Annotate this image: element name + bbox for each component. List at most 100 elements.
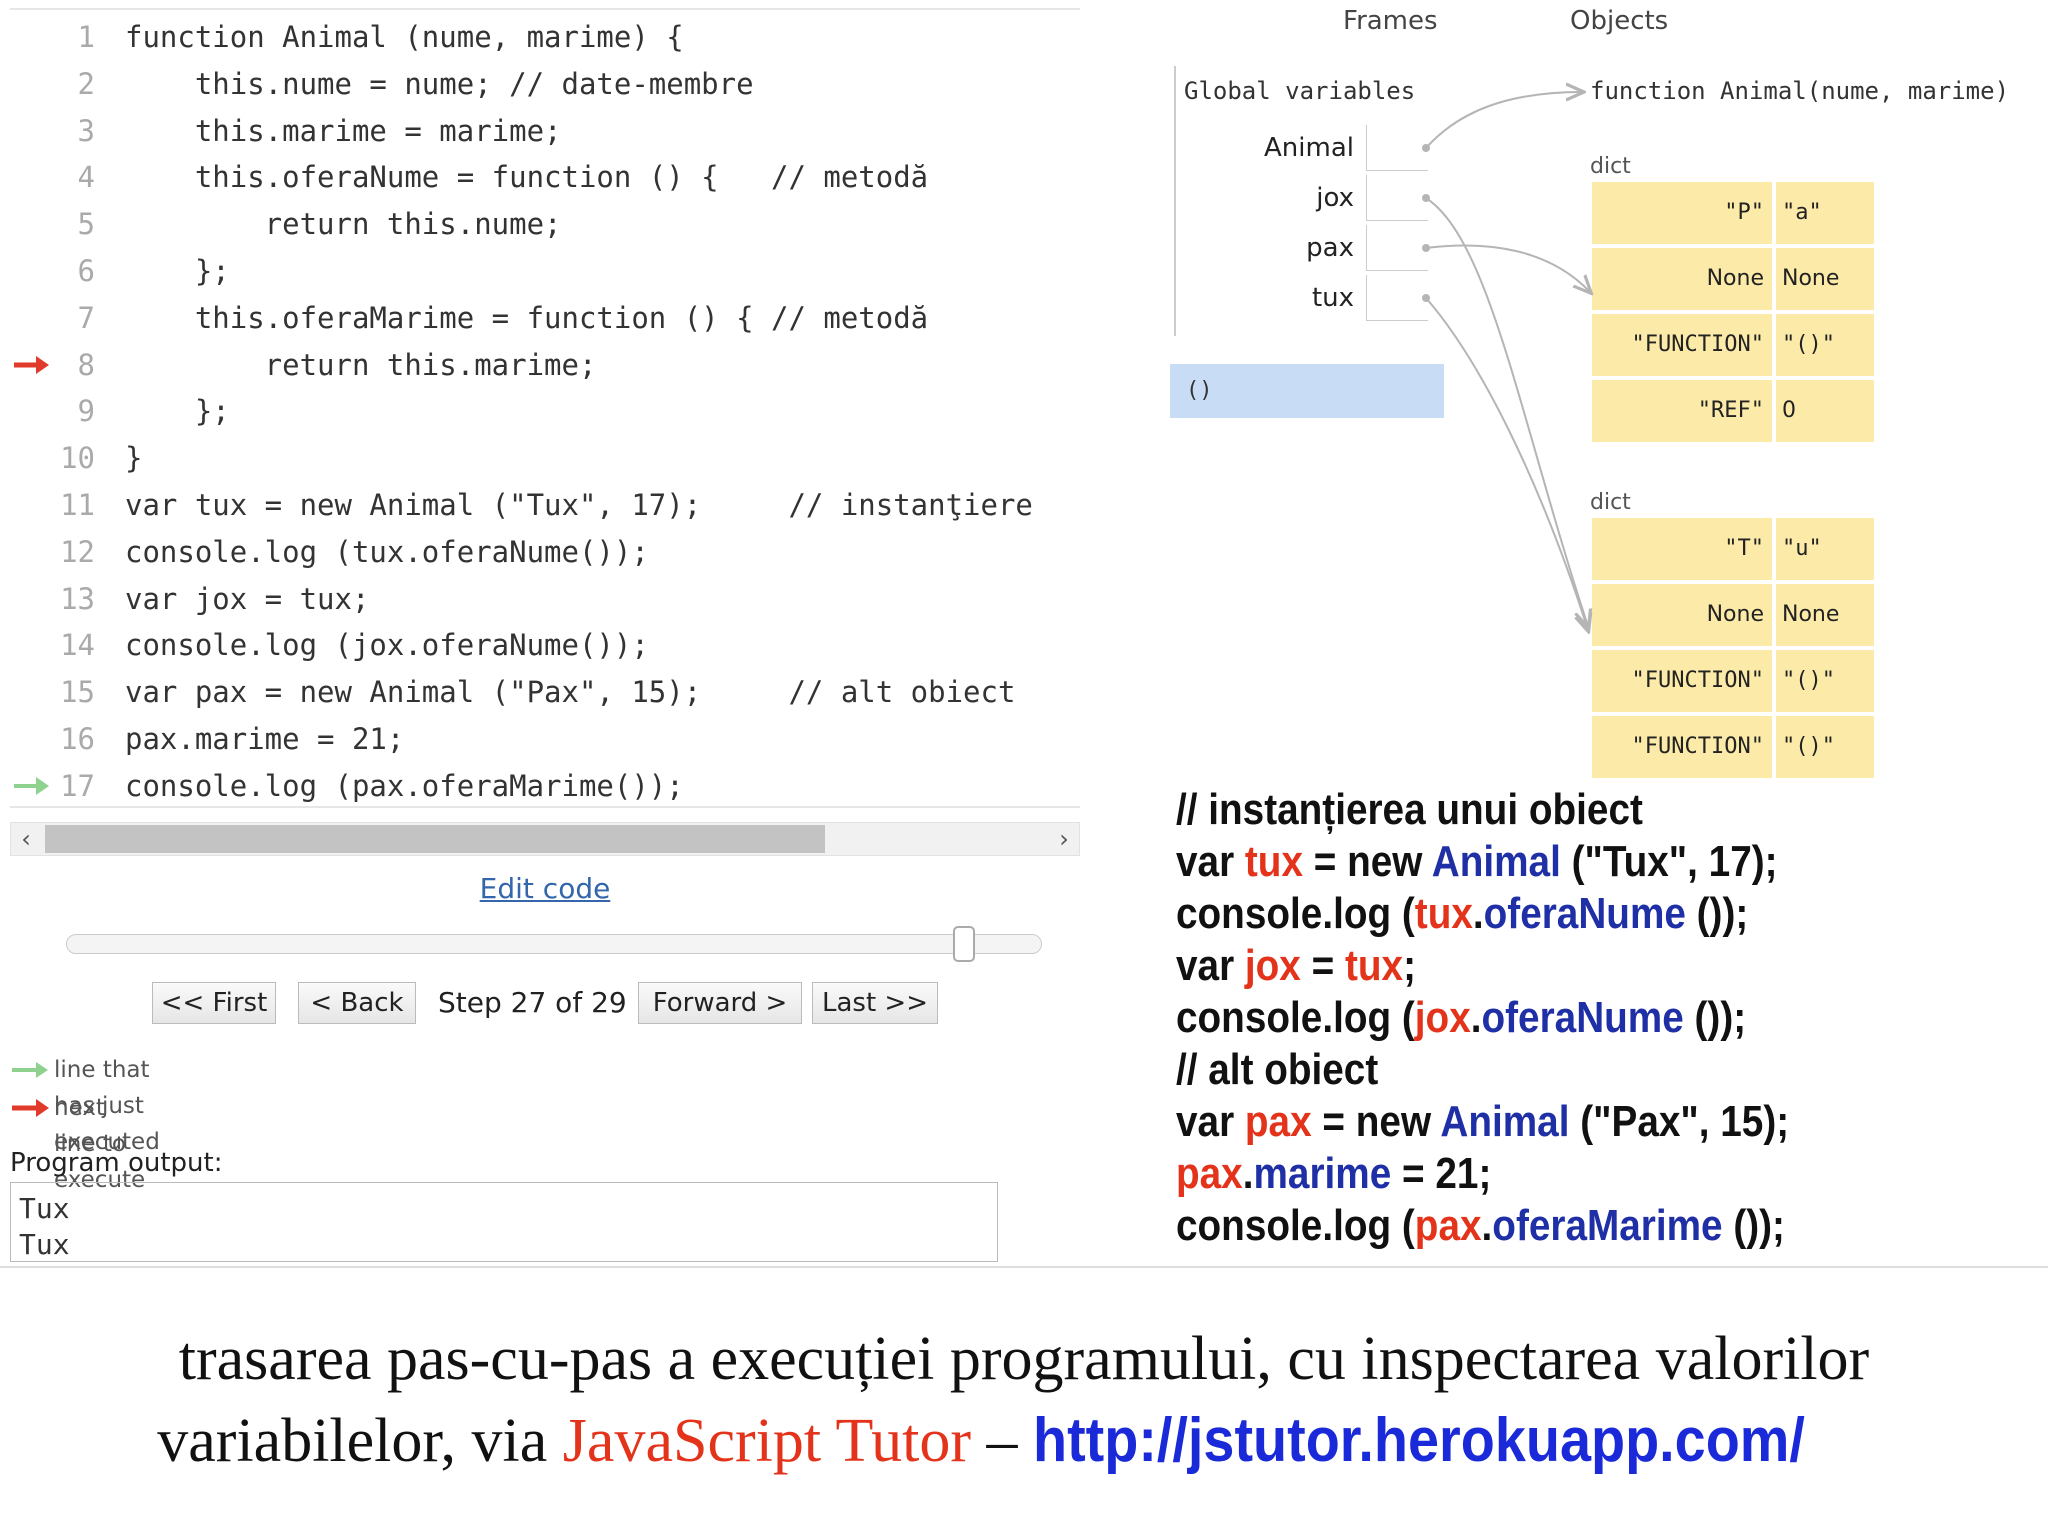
- snippet-text: = 21;: [1391, 1149, 1492, 1198]
- caption-line: variabilelor, via JavaScript Tutor – htt…: [0, 1400, 2048, 1482]
- line-number: 16: [60, 722, 95, 756]
- snippet-variable: tux: [1244, 837, 1303, 886]
- first-button[interactable]: << First: [152, 982, 276, 1024]
- snippet-comment: // instanțierea unui obiect: [1176, 785, 1643, 834]
- line-number: 17: [60, 768, 95, 803]
- code-line: 15 var pax = new Animal ("Pax", 15); // a…: [10, 669, 1085, 715]
- snippet-text: ;: [1403, 941, 1416, 990]
- last-button[interactable]: Last >>: [812, 982, 938, 1024]
- line-number: 9: [77, 394, 95, 429]
- slide: 1 function Animal (nume, marime) { 2 this.…: [0, 0, 2048, 1536]
- snippet-text: ("Pax", 15);: [1569, 1097, 1790, 1146]
- forward-button[interactable]: Forward >: [638, 982, 802, 1024]
- slide-caption: trasarea pas-cu-pas a execuției programu…: [0, 1318, 2048, 1482]
- snippet-text: var: [1176, 837, 1245, 886]
- code-text: var jox = tux;: [125, 581, 370, 616]
- snippet-text: .: [1481, 1201, 1493, 1250]
- divider: [10, 8, 1080, 10]
- code-text: }: [125, 441, 143, 476]
- code-line: 11 var tux = new Animal ("Tux", 17); // i…: [10, 482, 1085, 528]
- code-snippet: // instanțierea unui obiect var tux = ne…: [1176, 784, 1933, 1252]
- scrollbar-thumb[interactable]: [45, 825, 825, 853]
- snippet-identifier: Animal: [1431, 837, 1561, 886]
- snippet-text: ());: [1685, 889, 1749, 938]
- snippet-text: ());: [1722, 1201, 1785, 1250]
- code-line: 8 return this.marime;: [10, 342, 1085, 388]
- program-output: Tux Tux: [10, 1182, 998, 1262]
- snippet-identifier: Animal: [1440, 1097, 1570, 1146]
- snippet-variable: tux: [1414, 889, 1473, 938]
- snippet-text: console.log (: [1176, 993, 1415, 1042]
- line-number: 14: [60, 628, 95, 663]
- line-number: 13: [60, 581, 95, 616]
- line-number: 15: [60, 675, 95, 710]
- code-text: pax.marime = 21;: [125, 722, 405, 756]
- snippet-variable: jox: [1414, 993, 1471, 1042]
- caption-text: variabilelor, via: [157, 1407, 563, 1475]
- step-slider[interactable]: [66, 926, 1042, 962]
- snippet-text: .: [1472, 889, 1484, 938]
- green-arrow-icon: [12, 1062, 48, 1078]
- snippet-text: console.log (: [1176, 1201, 1415, 1250]
- code-text: return this.nume;: [125, 207, 562, 242]
- arrow-tux: [1425, 297, 1588, 630]
- snippet-line: console.log (tux.oferaNume ());: [1176, 888, 1933, 940]
- code-text: this.marime = marime;: [125, 113, 562, 148]
- code-line: 10}: [10, 435, 1085, 481]
- code-line: 12 console.log (tux.oferaNume());: [10, 529, 1085, 575]
- snippet-text: console.log (: [1176, 889, 1415, 938]
- snippet-text: = new: [1302, 837, 1432, 886]
- horizontal-scrollbar[interactable]: ‹ ›: [10, 822, 1080, 856]
- edit-code-link[interactable]: Edit code: [10, 866, 1080, 912]
- code-text: return this.marime;: [125, 347, 597, 382]
- back-button[interactable]: < Back: [298, 982, 416, 1024]
- step-counter: Step 27 of 29: [438, 986, 627, 1019]
- snippet-identifier: oferaNume: [1481, 993, 1684, 1042]
- snippet-identifier: marime: [1253, 1149, 1392, 1198]
- line-number: 5: [77, 207, 95, 242]
- code-text: console.log (tux.oferaNume());: [125, 534, 649, 569]
- snippet-variable: tux: [1344, 941, 1404, 990]
- arrow-animal: [1425, 92, 1582, 149]
- snippet-text: .: [1242, 1149, 1254, 1198]
- snippet-text: ("Tux", 17);: [1560, 837, 1778, 886]
- caption-line: trasarea pas-cu-pas a execuției programu…: [178, 1325, 1870, 1393]
- line-number: 6: [77, 254, 95, 288]
- code-text: var pax = new Animal ("Pax", 15); // alt…: [125, 675, 1016, 710]
- reference-arrows: [1422, 0, 2048, 790]
- scroll-right-icon[interactable]: ›: [1049, 823, 1079, 855]
- code-panel: 1 function Animal (nume, marime) {2 this.…: [10, 0, 1080, 1262]
- line-number: 1: [77, 20, 95, 54]
- snippet-variable: pax: [1414, 1201, 1482, 1250]
- snippet-line: // alt obiect: [1176, 1044, 1933, 1096]
- snippet-identifier: oferaMarime: [1492, 1201, 1723, 1250]
- line-number: 7: [77, 300, 95, 335]
- snippet-line: var tux = new Animal ("Tux", 17);: [1176, 836, 1933, 888]
- snippet-text: =: [1300, 941, 1345, 990]
- slider-handle[interactable]: [953, 926, 975, 962]
- output-label: Program output:: [10, 1148, 223, 1178]
- line-number: 4: [77, 160, 95, 195]
- red-arrow-icon: [12, 1099, 49, 1117]
- code-line: 14 console.log (jox.oferaNume());: [10, 622, 1085, 668]
- code-text: console.log (pax.oferaMarime());: [125, 768, 684, 803]
- snippet-text: ());: [1683, 993, 1747, 1042]
- snippet-line: pax.marime = 21;: [1176, 1148, 1933, 1200]
- snippet-comment: // alt obiect: [1176, 1045, 1379, 1094]
- url-link[interactable]: http://jstutor.herokuapp.com/: [1033, 1400, 1805, 1482]
- snippet-text: = new: [1311, 1097, 1441, 1146]
- snippet-identifier: oferaNume: [1483, 889, 1686, 938]
- snippet-variable: pax: [1176, 1149, 1243, 1198]
- snippet-text: var: [1176, 1097, 1245, 1146]
- code-line: 13 var jox = tux;: [10, 576, 1085, 622]
- frames-objects-visualizer: Frames Objects Global variables Animal jo…: [1160, 0, 2048, 790]
- code-text: var tux = new Animal ("Tux", 17); // ins…: [125, 488, 1033, 522]
- snippet-variable: jox: [1244, 941, 1301, 990]
- code-line: 9 };: [10, 388, 1085, 434]
- scroll-left-icon[interactable]: ‹: [11, 823, 41, 855]
- code-line: 3 this.marime = marime;: [10, 108, 1085, 154]
- code-line: 2 this.nume = nume; // date-membre: [10, 61, 1085, 107]
- code-text: function Animal (nume, marime) {: [125, 20, 684, 54]
- code-line: 6 };: [10, 248, 1085, 294]
- snippet-text: var: [1176, 941, 1245, 990]
